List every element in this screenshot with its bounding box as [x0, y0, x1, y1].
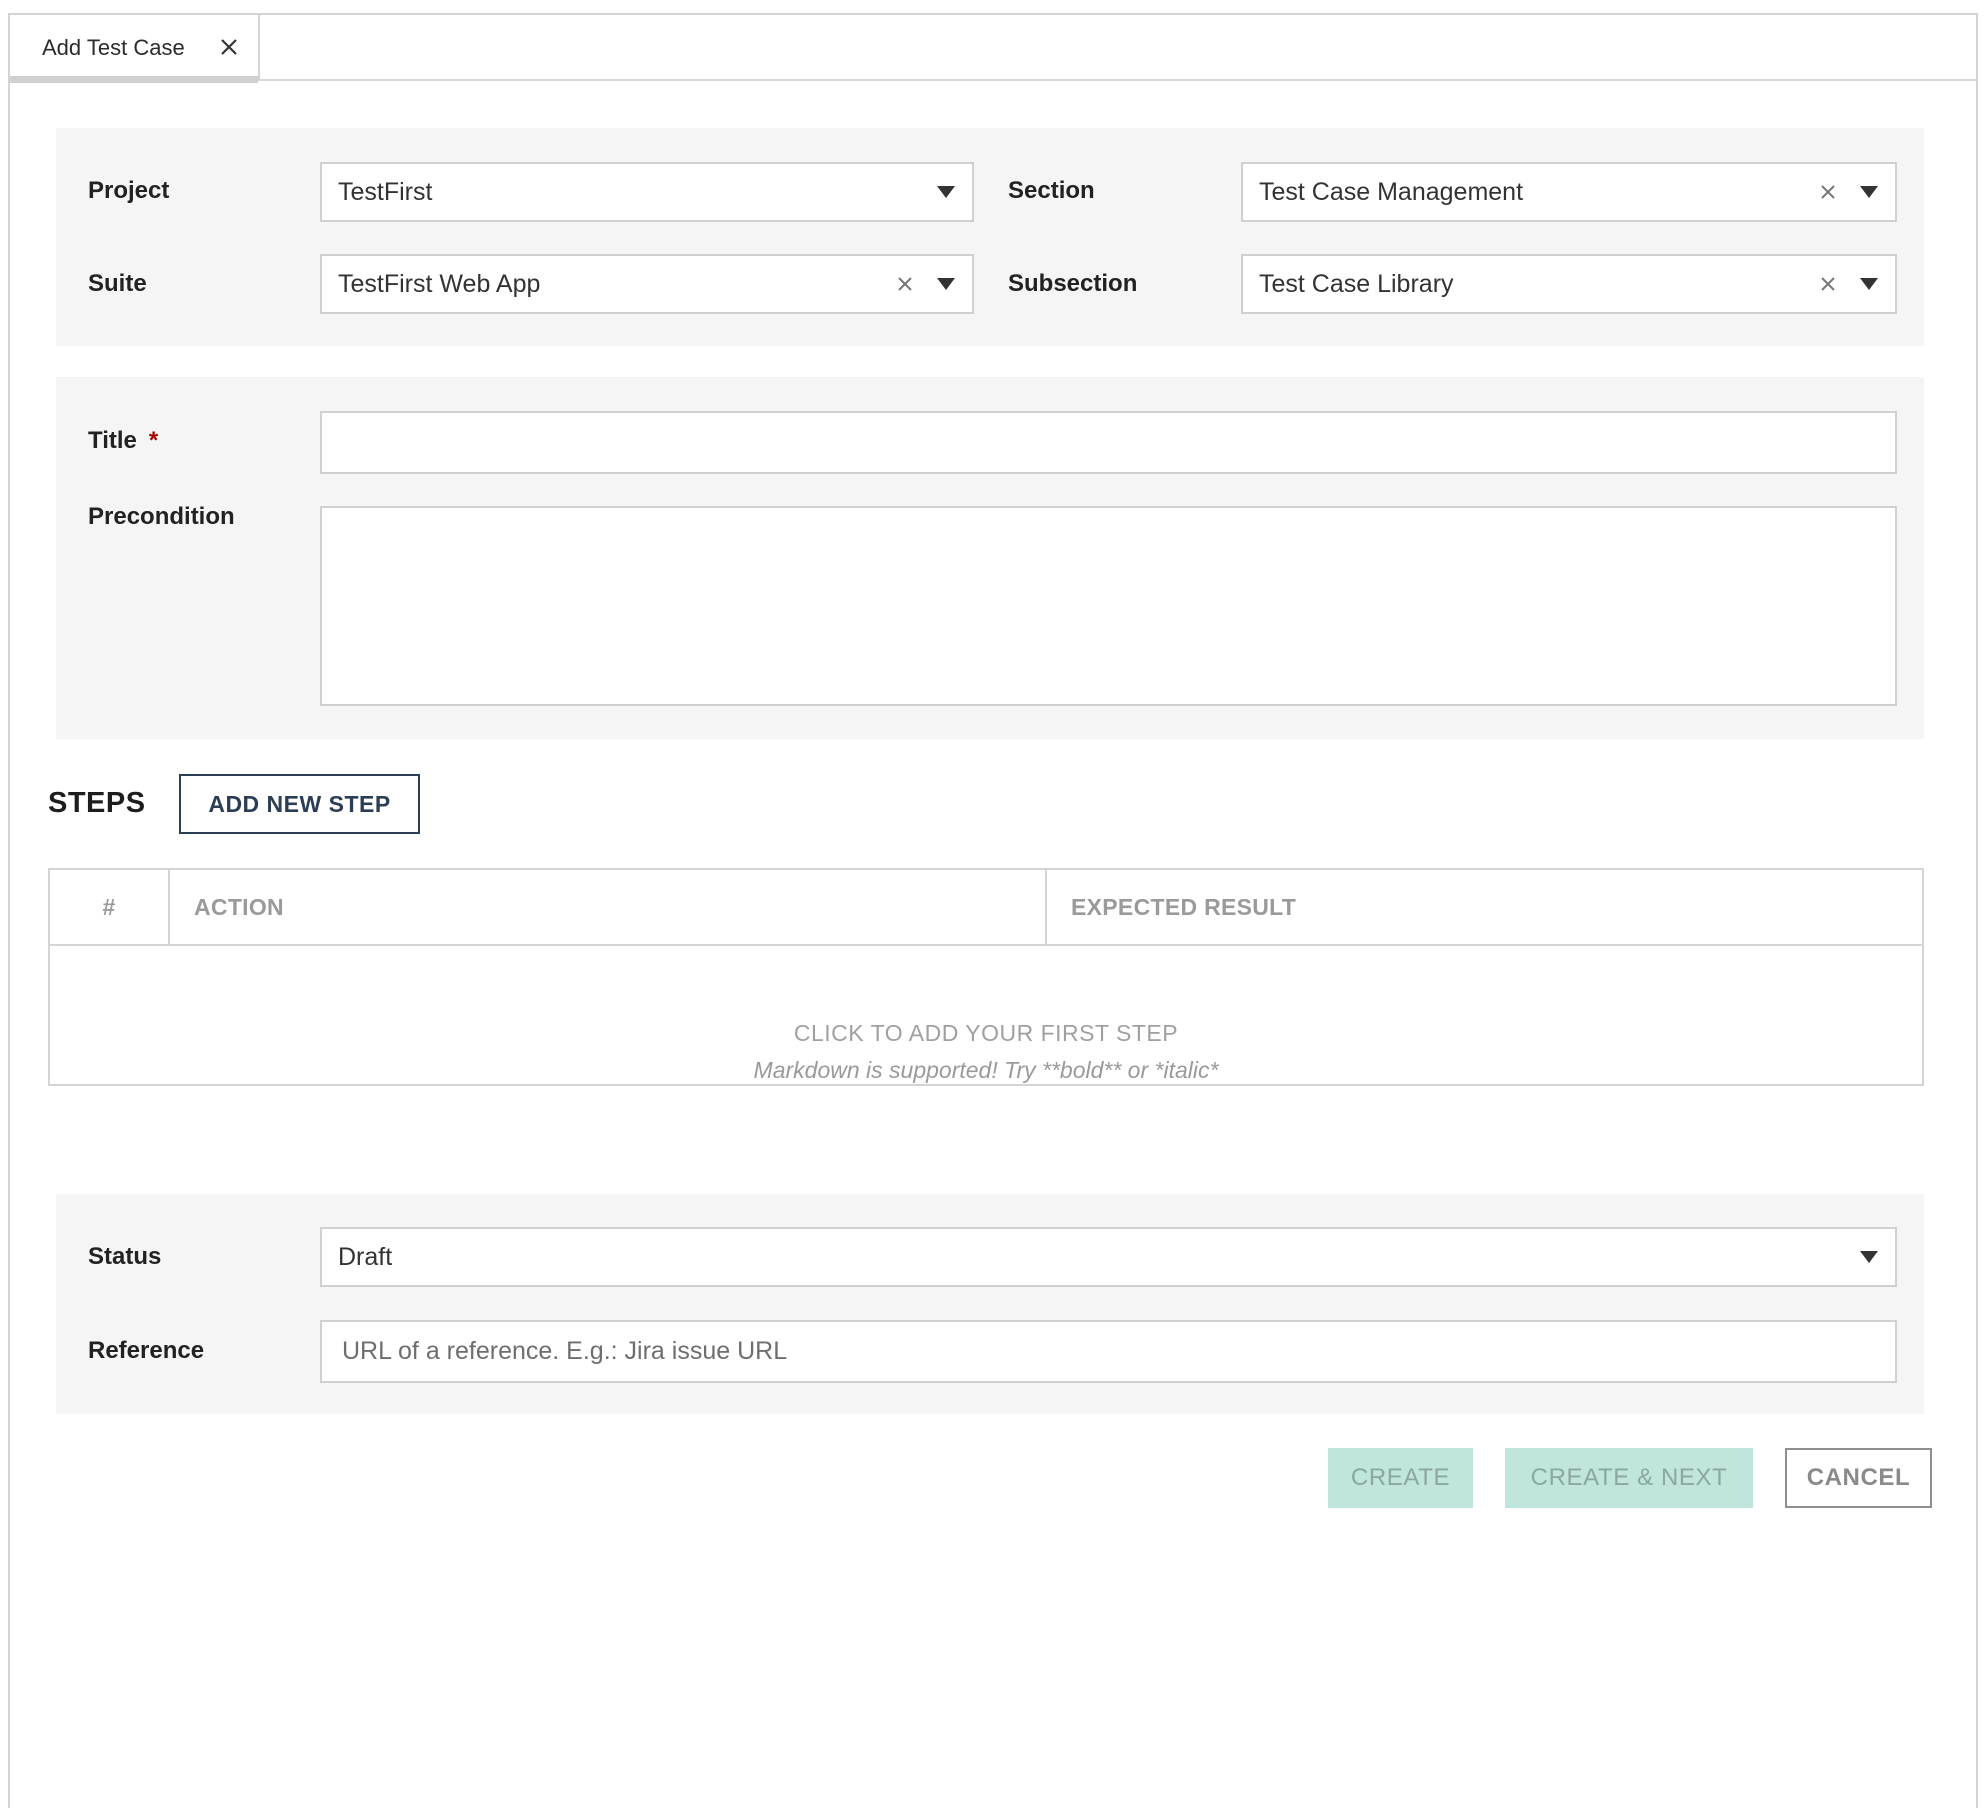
clear-icon[interactable]: [896, 275, 914, 293]
chevron-down-icon[interactable]: [937, 186, 955, 198]
subsection-label: Subsection: [1008, 270, 1138, 297]
section-select[interactable]: Test Case Management: [1241, 162, 1897, 222]
chevron-down-icon[interactable]: [1860, 278, 1878, 290]
required-marker: *: [148, 427, 159, 454]
add-new-step-button[interactable]: ADD NEW STEP: [179, 774, 420, 834]
create-button[interactable]: CREATE: [1328, 1448, 1473, 1508]
suite-value: TestFirst Web App: [338, 269, 541, 298]
section-label: Section: [1008, 177, 1095, 204]
steps-heading: STEPS: [48, 787, 146, 819]
chevron-down-icon[interactable]: [1860, 1251, 1878, 1263]
status-label: Status: [88, 1243, 162, 1270]
column-header-expected-result: EXPECTED RESULT: [1071, 893, 1297, 920]
tab-bar: Add Test Case: [10, 15, 1976, 83]
column-header-action: ACTION: [170, 870, 1047, 944]
precondition-textarea[interactable]: [320, 506, 1897, 706]
subsection-value: Test Case Library: [1259, 269, 1454, 298]
title-label-text: Title: [88, 427, 137, 454]
steps-table: # ACTION EXPECTED RESULT CLICK TO ADD YO…: [48, 868, 1924, 1086]
suite-select[interactable]: TestFirst Web App: [320, 254, 974, 314]
steps-table-header: # ACTION EXPECTED RESULT: [50, 870, 1922, 946]
section-value: Test Case Management: [1259, 177, 1524, 206]
empty-steps-title: CLICK TO ADD YOUR FIRST STEP: [793, 1020, 1179, 1046]
reference-input[interactable]: [320, 1320, 1897, 1383]
close-icon[interactable]: [218, 36, 240, 58]
subsection-select[interactable]: Test Case Library: [1241, 254, 1897, 314]
cancel-button[interactable]: CANCEL: [1785, 1448, 1932, 1508]
suite-label: Suite: [88, 270, 147, 297]
add-first-step-placeholder[interactable]: CLICK TO ADD YOUR FIRST STEP Markdown is…: [50, 1020, 1922, 1084]
chevron-down-icon[interactable]: [937, 278, 955, 290]
project-select[interactable]: TestFirst: [320, 162, 974, 222]
reference-label: Reference: [88, 1337, 205, 1364]
title-label: Title *: [88, 427, 158, 455]
create-and-next-button[interactable]: CREATE & NEXT: [1505, 1448, 1753, 1508]
clear-icon[interactable]: [1819, 183, 1837, 201]
tab-label: Add Test Case: [42, 35, 185, 60]
column-header-number: #: [50, 870, 170, 944]
precondition-label: Precondition: [88, 503, 235, 530]
title-input[interactable]: [320, 411, 1897, 474]
chevron-down-icon[interactable]: [1860, 186, 1878, 198]
tab-add-test-case[interactable]: Add Test Case: [10, 15, 260, 83]
markdown-hint: Markdown is supported! Try **bold** or *…: [753, 1057, 1219, 1083]
project-value: TestFirst: [338, 177, 433, 206]
status-select[interactable]: Draft: [320, 1227, 1897, 1287]
project-label: Project: [88, 177, 170, 204]
status-value: Draft: [338, 1242, 393, 1271]
clear-icon[interactable]: [1819, 275, 1837, 293]
